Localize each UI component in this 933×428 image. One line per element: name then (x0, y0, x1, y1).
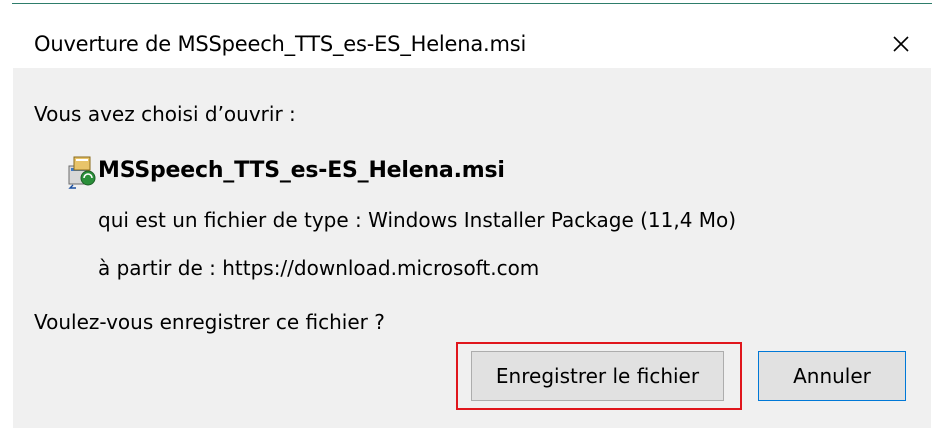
file-source-line: à partir de : https://download.microsoft… (98, 256, 540, 280)
title-bar: Ouverture de MSSpeech_TTS_es-ES_Helena.m… (0, 4, 933, 68)
download-dialog: Ouverture de MSSpeech_TTS_es-ES_Helena.m… (0, 0, 933, 428)
dialog-title: Ouverture de MSSpeech_TTS_es-ES_Helena.m… (34, 32, 527, 56)
file-type-line: qui est un fichier de type : Windows Ins… (98, 208, 737, 232)
save-file-button[interactable]: Enregistrer le fichier (471, 351, 724, 401)
dialog-content: Vous avez choisi d’ouvrir : MSSpeech_TTS… (13, 68, 931, 428)
close-button[interactable] (883, 26, 919, 62)
chose-to-open-label: Vous avez choisi d’ouvrir : (34, 102, 296, 126)
save-question: Voulez-vous enregistrer ce fichier ? (34, 310, 385, 334)
cancel-button[interactable]: Annuler (758, 351, 906, 401)
close-icon (893, 36, 909, 52)
msi-installer-icon (68, 156, 96, 189)
file-name: MSSpeech_TTS_es-ES_Helena.msi (98, 158, 505, 183)
